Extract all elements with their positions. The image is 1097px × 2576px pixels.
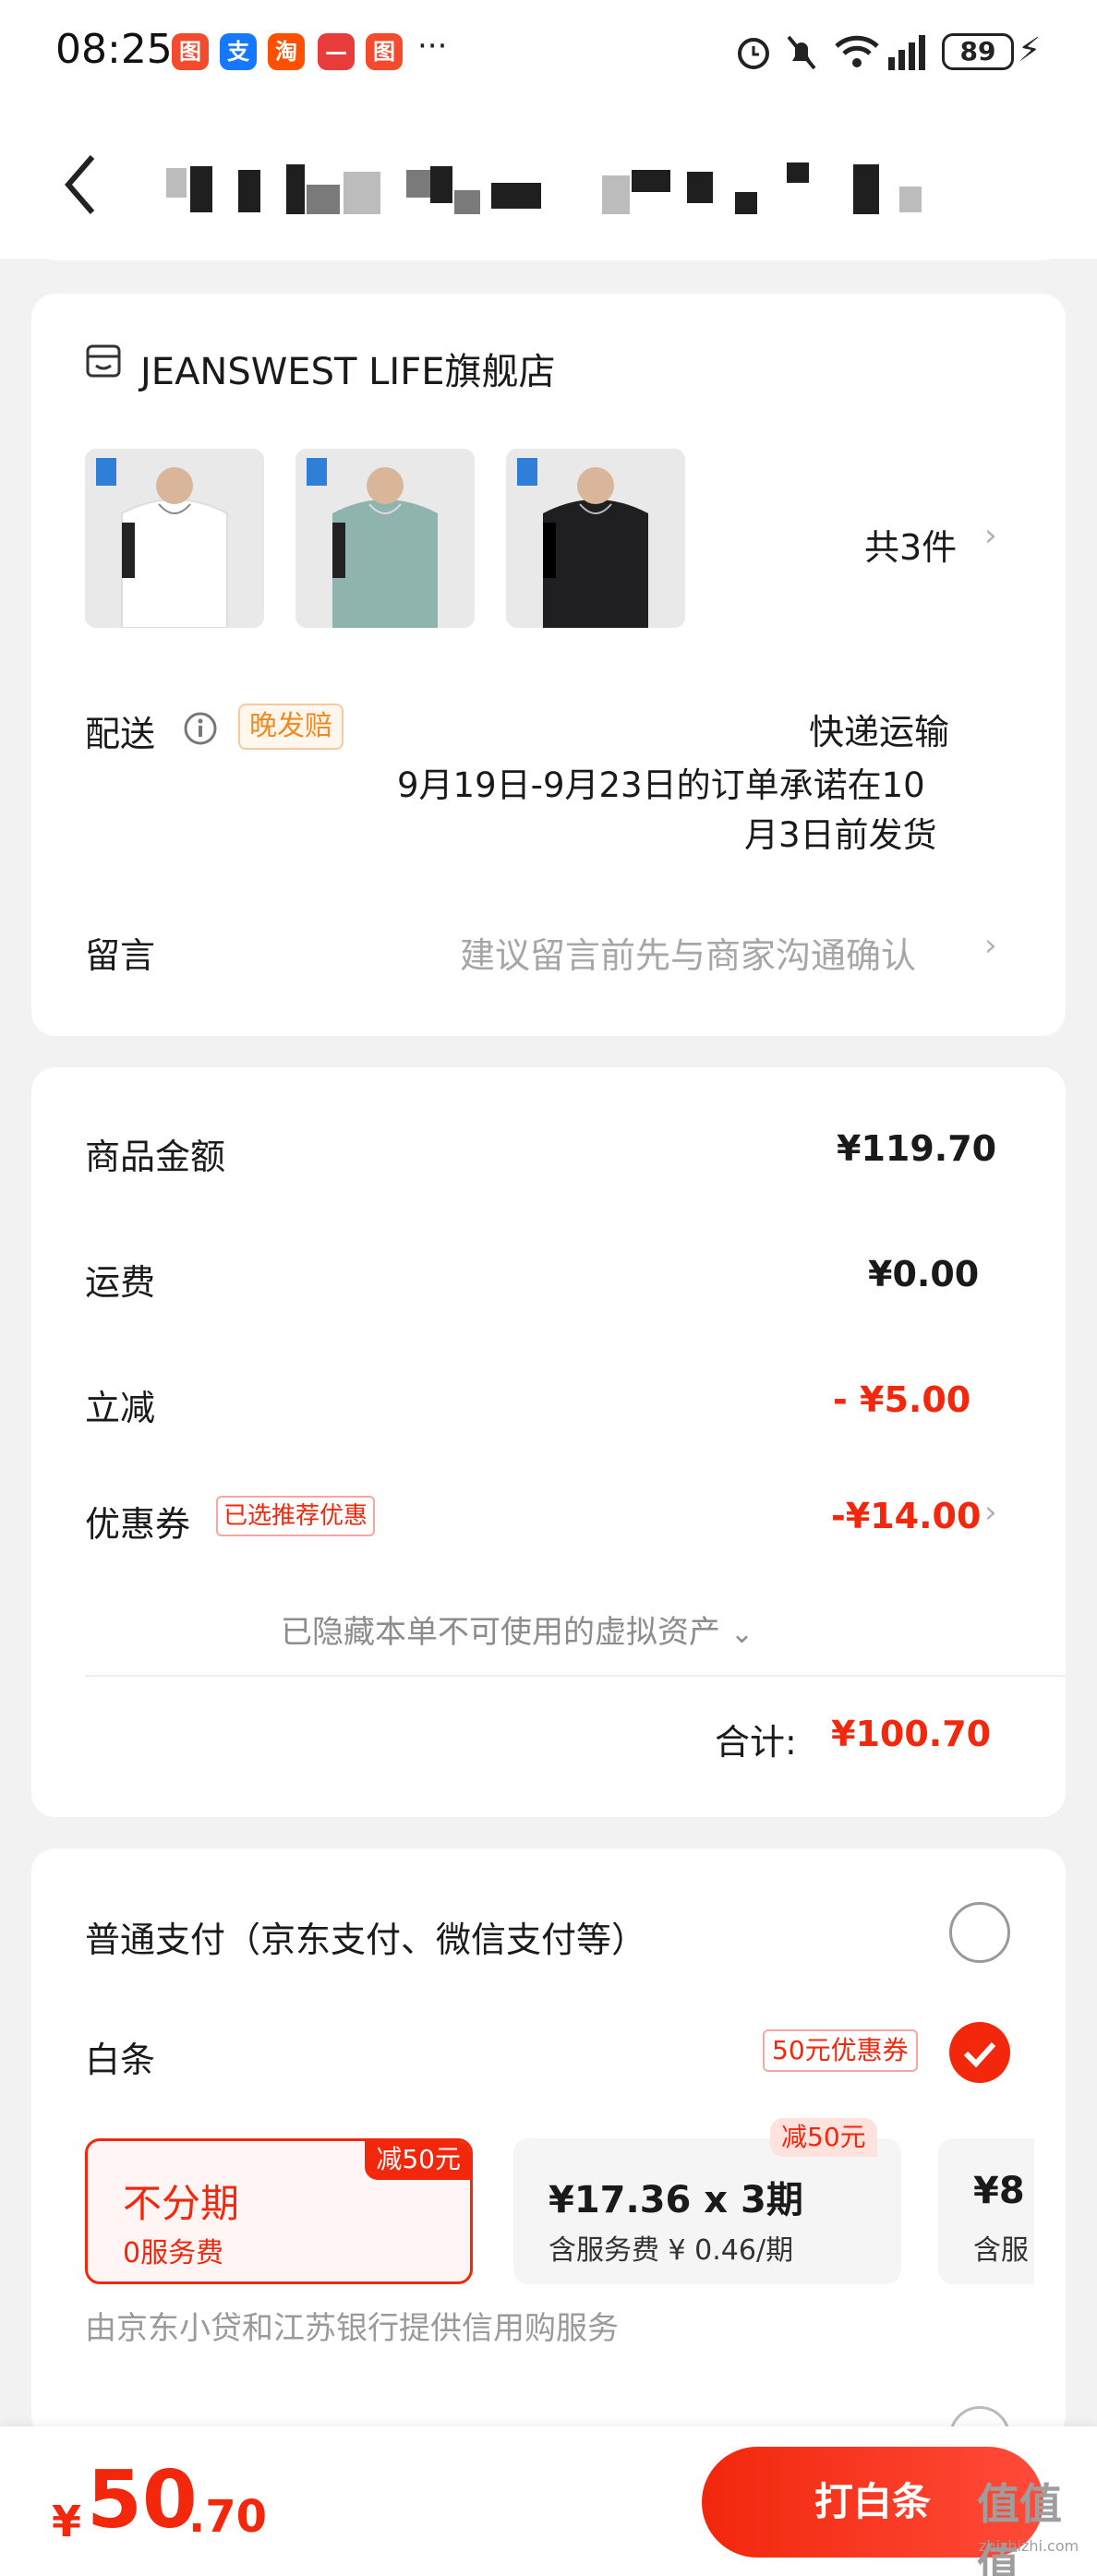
charging-icon: ⚡ [1018,31,1042,69]
delivery-method: 快递运输 [809,712,950,752]
red-app-icon-2: — [318,33,355,70]
status-bar: 08:25 图 支 淘 — 图 ··· 89 ⚡ [0,0,1097,111]
battery-indicator: 89 [942,33,1014,70]
shipping-label: 运费 [85,1262,156,1303]
plan-title: 不分期 [123,2181,240,2226]
product-thumbnail-teal[interactable] [295,449,475,628]
plan-no-installment[interactable]: 减50元 不分期 0服务费 [85,2138,473,2284]
credit-provider-note: 由京东小贷和江苏银行提供信用购服务 [85,2310,619,2347]
baitiao-label[interactable]: 白条 [85,2031,155,2082]
chevron-down-icon: ⌄ [729,1618,753,1650]
mute-icon [787,35,816,70]
signal-icon [888,35,925,70]
coupon-value[interactable]: -¥14.00 [831,1496,981,1536]
discount-value: - ¥5.00 [833,1379,971,1420]
delivery-label: 配送 [85,714,156,754]
plan-badge: 减50元 [770,2118,877,2157]
address-card-edge [31,214,1066,260]
pay-amount-decimal: .70 [188,2491,268,2543]
total-value: ¥100.70 [831,1714,992,1754]
wifi-icon [835,35,879,67]
product-thumbnail-white[interactable] [85,449,264,628]
shipping-value: ¥0.00 [868,1254,980,1294]
hidden-assets-toggle[interactable]: 已隐藏本单不可使用的虚拟资产 ⌄ [281,1607,753,1652]
divider [85,1675,1066,1677]
recommended-coupon-tag: 已选推荐优惠 [216,1496,376,1536]
checkout-bar: ¥ 50 .70 打白条 [0,2426,1097,2576]
baitiao-radio-checked[interactable] [949,2022,1010,2083]
chevron-right-icon[interactable]: › [984,517,997,554]
taobao-icon: 淘 [268,33,305,70]
normal-payment-radio[interactable] [949,1902,1010,1963]
store-name: JEANSWEST LIFE旗舰店 [140,351,556,393]
goods-amount-label: 商品金额 [85,1137,226,1177]
pay-amount-integer: 50 [87,2454,198,2546]
payment-method-card: 普通支付（京东支付、微信支付等） 白条 50元优惠券 减50元 不分期 0服务费… [31,1848,1066,2467]
late-compensation-tag: 晚发赔 [238,704,344,750]
plan-subtitle: 含服务费 ¥ 0.46/期 [548,2234,794,2267]
info-icon[interactable] [183,711,218,746]
more-notifications-icon: ··· [417,28,448,65]
pay-amount-currency: ¥ [52,2497,82,2546]
plan-title: ¥17.36 x 3期 [548,2179,803,2221]
product-thumbnail-black[interactable] [506,449,685,628]
plan-more-installments[interactable]: ¥8 含服 [938,2138,1034,2284]
message-label: 留言 [85,935,156,976]
coupon-label: 优惠券 [85,1504,191,1545]
store-order-card: JEANSWEST LIFE旗舰店 共3件 › 配送 晚发赔 快递运输 9月19… [31,294,1066,1036]
plan-badge: 减50元 [365,2141,470,2180]
chevron-right-icon[interactable]: › [984,1494,997,1531]
plan-subtitle: 含服 [973,2234,1029,2267]
goods-amount-value: ¥119.70 [837,1128,997,1169]
store-icon [86,344,121,378]
total-label: 合计: [715,1722,797,1763]
discount-label: 立减 [85,1388,156,1428]
baitiao-coupon-tag: 50元优惠券 [763,2029,918,2072]
hidden-assets-text: 已隐藏本单不可使用的虚拟资产 [281,1614,720,1651]
delivery-promise-line1: 9月19日-9月23日的订单承诺在10 [397,765,925,805]
back-arrow-icon[interactable] [55,148,111,222]
chevron-right-icon[interactable]: › [984,927,997,964]
normal-payment-label[interactable]: 普通支付（京东支付、微信支付等） [85,1911,646,1962]
plan-3-installments[interactable]: ¥17.36 x 3期 含服务费 ¥ 0.46/期 [513,2138,901,2284]
watermark-logo: 值值值 [977,2479,1062,2576]
alarm-icon [738,38,769,69]
item-count[interactable]: 共3件 [864,519,957,570]
plan-subtitle: 0服务费 [123,2237,224,2269]
watermark-url: zhizhizhi.com [979,2537,1079,2555]
plan-title: ¥8 [973,2170,1025,2212]
status-time: 08:25 [55,26,173,73]
checkmark-icon [963,2041,996,2068]
red-app-icon: 图 [172,33,209,70]
alipay-icon: 支 [220,33,257,70]
delivery-promise-line2: 月3日前发货 [744,815,937,855]
price-summary-card: 商品金额 ¥119.70 运费 ¥0.00 立减 - ¥5.00 优惠券 已选推… [31,1067,1066,1817]
message-input[interactable]: 建议留言前先与商家沟通确认 [460,927,916,978]
red-app-icon-3: 图 [366,33,403,70]
